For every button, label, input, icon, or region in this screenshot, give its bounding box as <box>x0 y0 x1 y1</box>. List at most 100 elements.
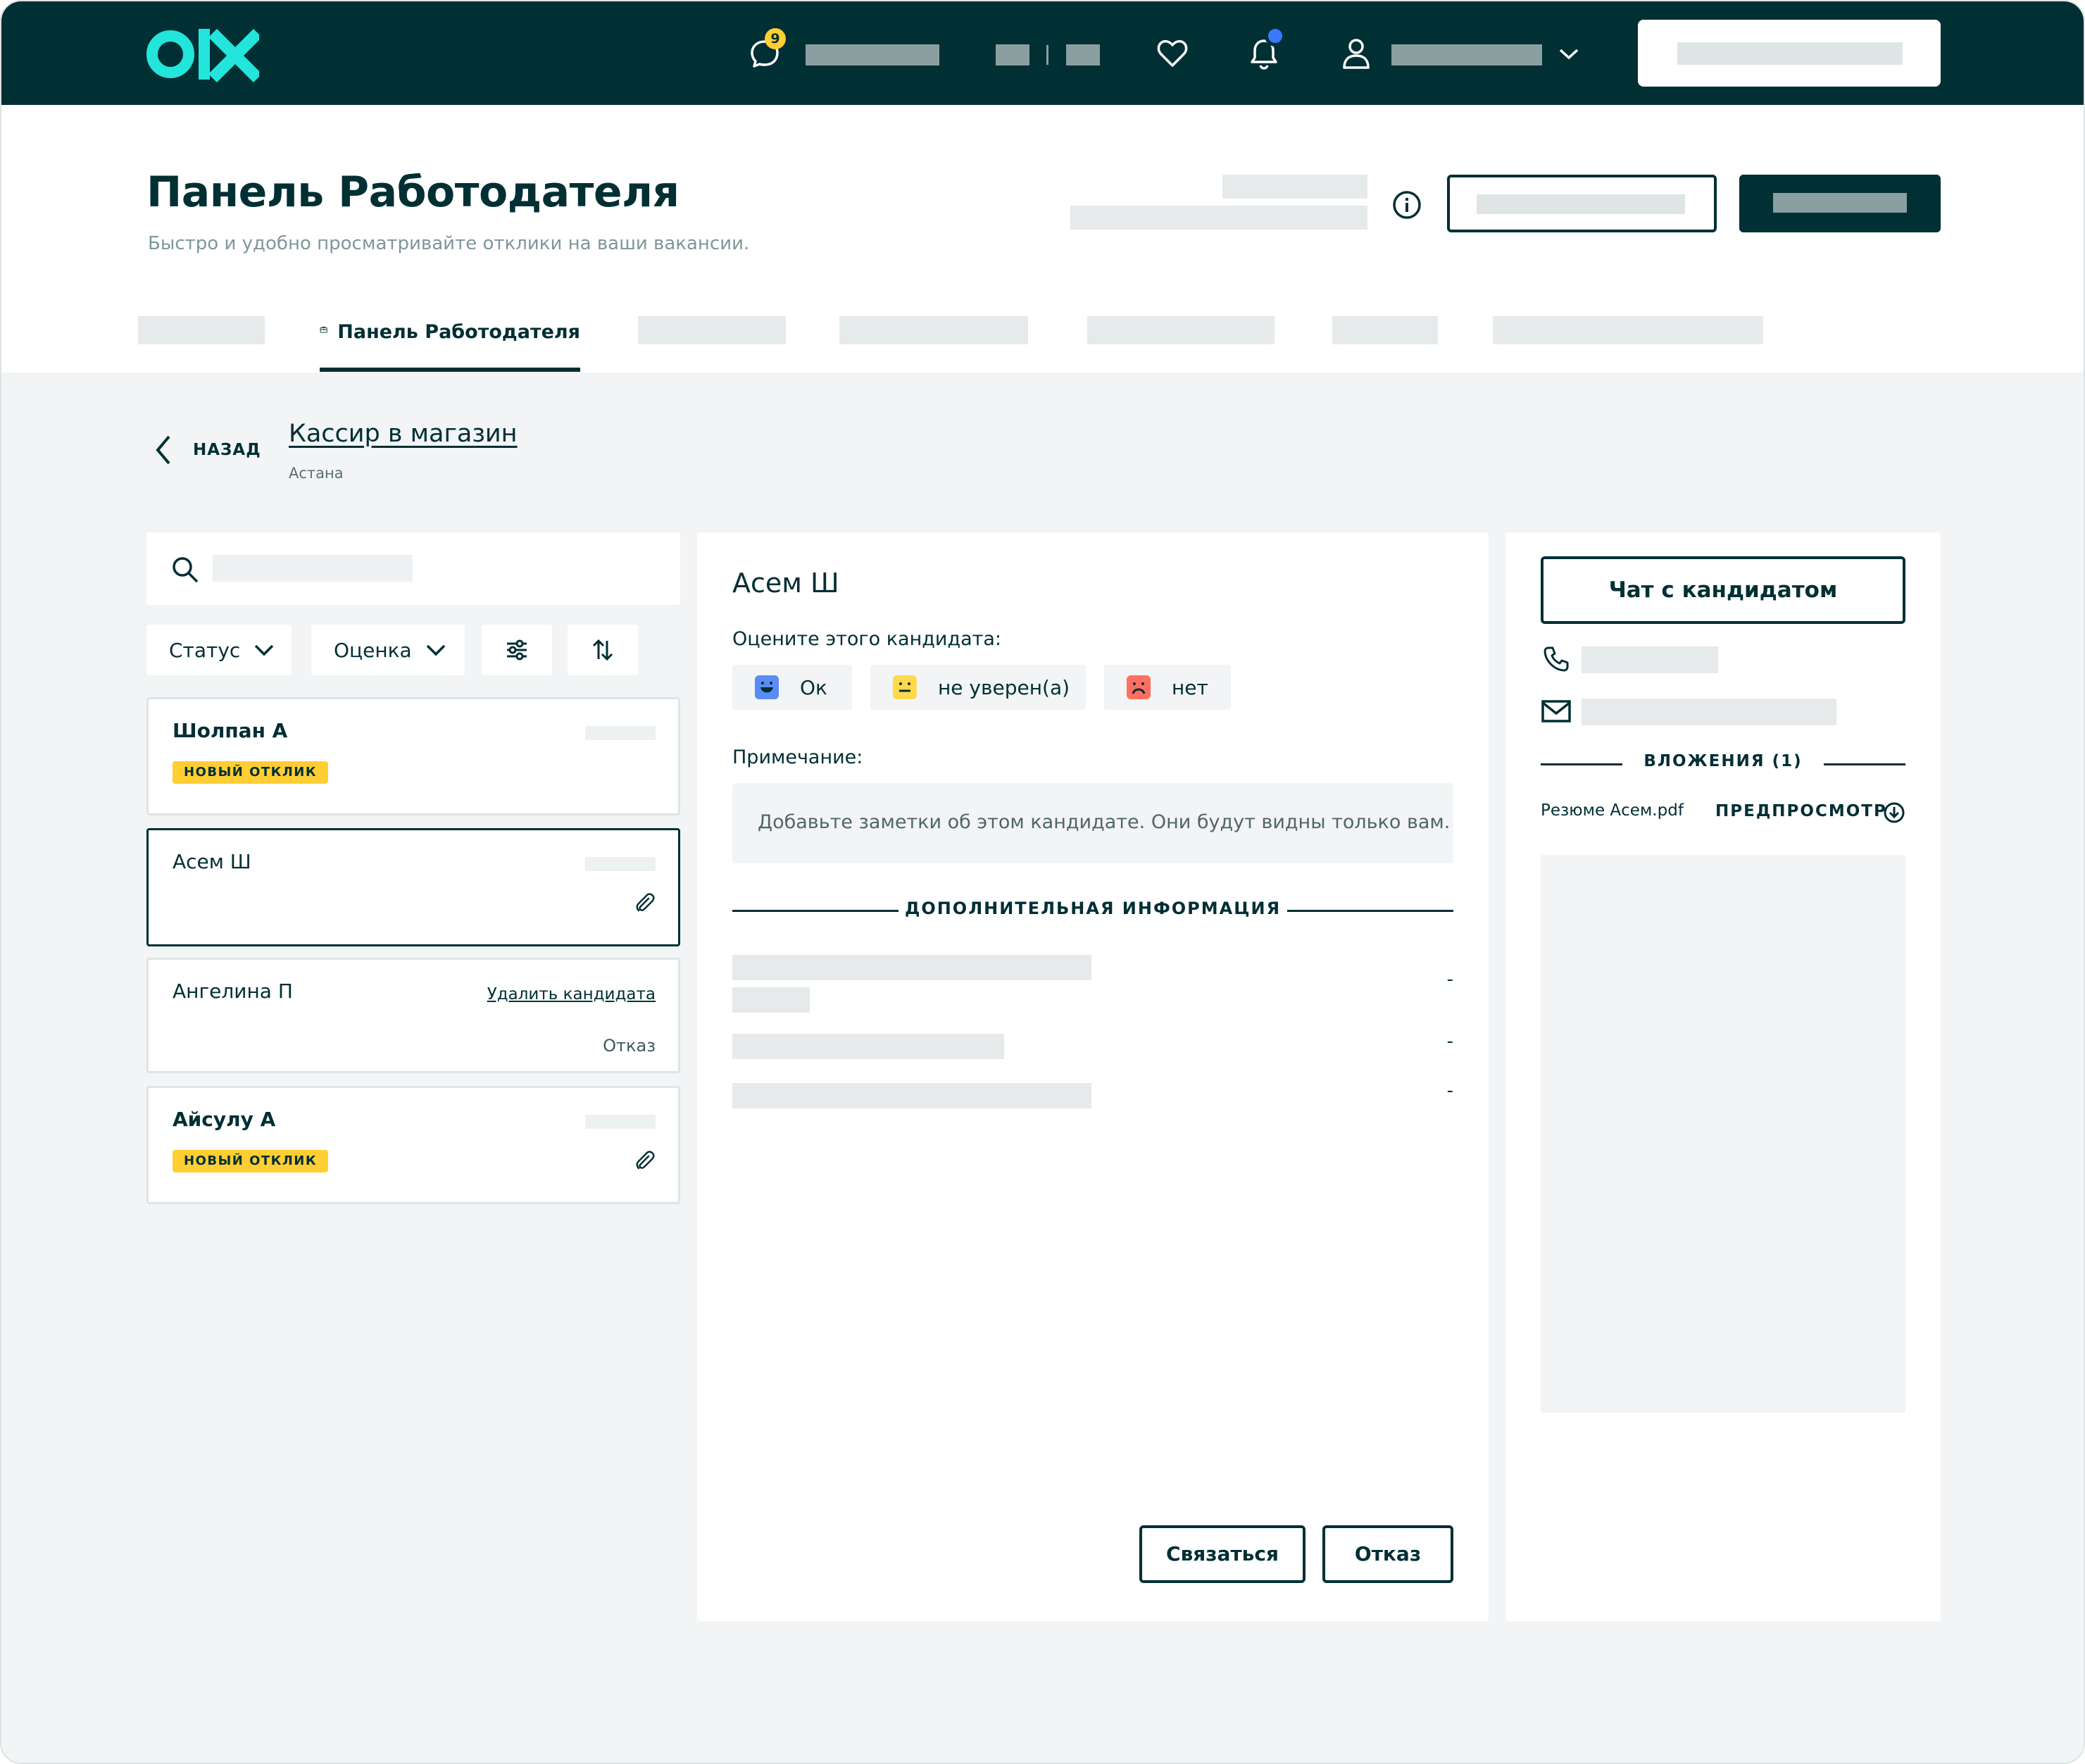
candidate-name: Шолпан А <box>173 719 288 742</box>
chat-count-badge: 9 <box>765 28 786 49</box>
language-option-1[interactable] <box>996 44 1029 65</box>
primary-action-button[interactable] <box>1739 175 1941 232</box>
chevron-down-icon <box>426 644 445 656</box>
candidate-contact-panel: Чат с кандидатом ВЛОЖЕНИЯ (1) Резюме Асе… <box>1505 532 1941 1621</box>
tab-placeholder-2[interactable] <box>638 316 786 344</box>
heart-icon[interactable] <box>1156 38 1189 69</box>
note-label: Примечание: <box>732 746 863 768</box>
primary-action-label-placeholder <box>1773 193 1907 213</box>
divider-line <box>1824 763 1905 765</box>
advanced-filter-button[interactable] <box>482 625 552 675</box>
tab-placeholder-6[interactable] <box>1493 316 1763 344</box>
candidate-name: Айсулу А <box>173 1108 276 1131</box>
balance-value-placeholder <box>1070 206 1367 230</box>
candidate-card[interactable]: Айсулу А НОВЫЙ ОТКЛИК <box>146 1086 680 1204</box>
neutral-face-icon <box>893 675 917 699</box>
job-title-link[interactable]: Кассир в магазин <box>289 420 518 448</box>
post-ad-label-placeholder <box>1677 42 1903 65</box>
attachments-title: ВЛОЖЕНИЯ (1) <box>1643 752 1803 770</box>
info-row-value: - <box>1446 1080 1453 1101</box>
info-row-label-placeholder <box>732 987 810 1013</box>
happy-face-icon <box>755 675 779 699</box>
candidate-date-placeholder <box>585 857 656 871</box>
info-row-label-placeholder <box>732 955 1091 980</box>
candidate-status: Отказ <box>603 1036 656 1056</box>
phone-icon <box>1544 646 1569 672</box>
page-title: Панель Работодателя <box>146 168 680 217</box>
candidate-detail-name: Асем Ш <box>732 568 839 599</box>
rate-unsure-label: не уверен(а) <box>938 675 1070 699</box>
job-city: Астана <box>289 465 344 482</box>
mail-icon <box>1541 700 1571 723</box>
divider-line <box>1287 910 1453 912</box>
olx-logo[interactable] <box>146 26 259 82</box>
candidate-date-placeholder <box>585 726 656 740</box>
phone-number-placeholder[interactable] <box>1582 646 1718 673</box>
tab-placeholder-4[interactable] <box>1087 316 1275 344</box>
info-icon[interactable] <box>1391 189 1422 220</box>
briefcase-icon <box>320 326 327 333</box>
rate-no-button[interactable]: нет <box>1104 665 1231 710</box>
rate-ok-label: Ок <box>800 675 827 699</box>
candidate-card[interactable]: Шолпан А НОВЫЙ ОТКЛИК <box>146 697 680 815</box>
email-placeholder[interactable] <box>1582 699 1836 725</box>
search-input-placeholder[interactable] <box>213 555 413 582</box>
notification-dot <box>1265 25 1286 46</box>
language-option-2[interactable] <box>1066 44 1100 65</box>
rating-filter-dropdown[interactable]: Оценка <box>311 625 465 675</box>
secondary-action-button[interactable] <box>1447 175 1717 232</box>
top-navigation-bar: 9 <box>1 1 2084 105</box>
reject-button[interactable]: Отказ <box>1322 1525 1453 1583</box>
language-divider <box>1046 45 1048 65</box>
tab-placeholder-5[interactable] <box>1332 316 1438 344</box>
app-frame: 9 Панель Работодателя Быстро и удобно пр… <box>0 0 2085 1764</box>
preview-button[interactable]: ПРЕДПРОСМОТР <box>1715 802 1887 820</box>
delete-candidate-link[interactable]: Удалить кандидата <box>487 985 656 1003</box>
paperclip-icon <box>636 893 655 912</box>
new-response-badge: НОВЫЙ ОТКЛИК <box>173 761 329 784</box>
rate-unsure-button[interactable]: не уверен(а) <box>870 665 1086 710</box>
sad-face-icon <box>1127 675 1151 699</box>
back-label: НАЗАД <box>193 441 261 459</box>
rate-no-label: нет <box>1172 675 1208 699</box>
chevron-down-icon[interactable] <box>1558 45 1580 62</box>
page-subtitle: Быстро и удобно просматривайте отклики н… <box>148 233 750 254</box>
back-button[interactable]: НАЗАД <box>154 434 261 466</box>
extra-info-title: ДОПОЛНИТЕЛЬНАЯ ИНФОРМАЦИЯ <box>904 899 1282 918</box>
rate-prompt: Оцените этого кандидата: <box>732 628 1002 650</box>
info-row-label-placeholder <box>732 1034 1004 1059</box>
post-ad-button[interactable] <box>1638 20 1941 87</box>
candidate-card-selected[interactable]: Асем Ш <box>146 828 680 946</box>
status-filter-label: Статус <box>169 638 241 662</box>
sliders-icon <box>507 639 527 661</box>
candidate-name: Асем Ш <box>173 850 251 873</box>
status-filter-dropdown[interactable]: Статус <box>146 625 292 675</box>
tab-label: Панель Работодателя <box>337 321 580 343</box>
note-textarea[interactable]: Добавьте заметки об этом кандидате. Они … <box>732 783 1453 863</box>
download-circle-icon[interactable] <box>1883 801 1905 824</box>
tab-placeholder-1[interactable] <box>138 316 265 344</box>
info-row-value: - <box>1446 1031 1453 1052</box>
candidate-card[interactable]: Ангелина П Удалить кандидата Отказ <box>146 958 680 1073</box>
new-response-badge: НОВЫЙ ОТКЛИК <box>173 1150 329 1172</box>
sort-button[interactable] <box>568 625 638 675</box>
secondary-action-label-placeholder <box>1477 194 1685 214</box>
rate-ok-button[interactable]: Ок <box>732 665 852 710</box>
user-icon[interactable] <box>1341 37 1372 70</box>
paperclip-icon <box>636 1151 655 1170</box>
chevron-left-icon <box>156 435 170 465</box>
info-row-label-placeholder <box>732 1083 1091 1108</box>
sort-icon <box>592 639 613 661</box>
tab-employer-dashboard[interactable]: Панель Работодателя <box>320 308 580 372</box>
candidate-search-box[interactable] <box>146 532 680 605</box>
rating-filter-label: Оценка <box>334 638 412 662</box>
messages-label-placeholder[interactable] <box>806 44 939 65</box>
attachment-preview-area <box>1541 855 1905 1413</box>
candidate-name: Ангелина П <box>173 980 293 1003</box>
contact-button[interactable]: Связаться <box>1139 1525 1306 1583</box>
search-icon <box>173 557 198 582</box>
balance-label-placeholder <box>1222 175 1367 199</box>
account-name-placeholder[interactable] <box>1391 44 1542 65</box>
tab-placeholder-3[interactable] <box>839 316 1028 344</box>
chat-with-candidate-button[interactable]: Чат с кандидатом <box>1541 556 1905 624</box>
